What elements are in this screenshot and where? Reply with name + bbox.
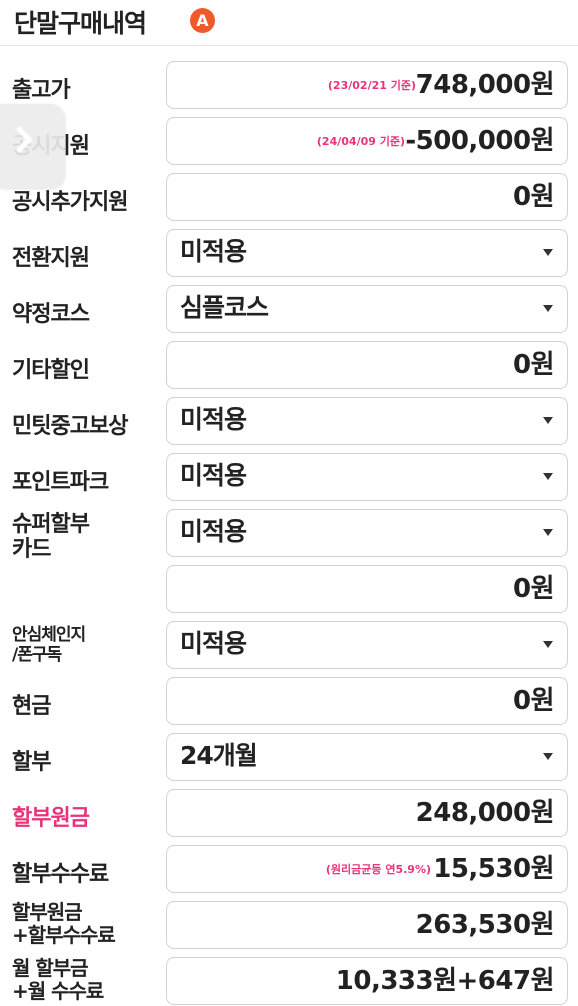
super-card-label-line1: 슈퍼할부: [12, 512, 90, 537]
release-price-field: (23/02/21 기준) 748,000원: [166, 61, 568, 109]
super-card-select[interactable]: 미적용: [166, 509, 568, 557]
other-discount-value: 0원: [512, 350, 555, 380]
monthly-label-line2: +월 수수료: [12, 979, 104, 1003]
fee-field: (원리금균등 연5.9%) 15,530원: [166, 845, 568, 893]
super-card-amount-field[interactable]: 0원: [166, 565, 568, 613]
dropdown-caret-icon: [543, 417, 553, 424]
release-price-value: 748,000원: [415, 70, 555, 100]
switch-support-select[interactable]: 미적용: [166, 229, 568, 277]
super-card-label-line2: 카드: [12, 537, 51, 562]
dropdown-caret-icon: [543, 305, 553, 312]
monthly-label-line1: 월 할부금: [12, 956, 89, 980]
safe-subscription-label: 안심체인지 /폰구독: [12, 625, 86, 665]
point-park-select[interactable]: 미적용: [166, 453, 568, 501]
fee-note: (원리금균등 연5.9%): [325, 863, 431, 876]
chevron-right-icon: [6, 126, 33, 153]
dropdown-caret-icon: [543, 529, 553, 536]
dropdown-caret-icon: [543, 473, 553, 480]
mint-tradein-selected: 미적용: [180, 405, 247, 434]
safe-subscription-select[interactable]: 미적용: [166, 621, 568, 669]
monthly-value: 10,333원+647원: [335, 966, 555, 996]
principal-plus-fee-field: 263,530원: [166, 901, 568, 949]
installment-selected: 24개월: [180, 741, 258, 770]
safe-subscription-label-line1: 안심체인지: [12, 625, 86, 645]
principal-plus-fee-label-line1: 할부원금: [12, 900, 83, 924]
cash-label: 현금: [12, 694, 51, 719]
point-park-label: 포인트파크: [12, 470, 109, 495]
public-support-field: (24/04/09 기준) -500,000원: [166, 117, 568, 165]
safe-subscription-selected: 미적용: [180, 629, 247, 658]
extra-support-value: 0원: [512, 182, 555, 212]
public-support-value: -500,000원: [405, 126, 554, 156]
mint-tradein-label: 민팃중고보상: [12, 414, 128, 439]
super-card-amount: 0원: [512, 574, 555, 604]
super-card-label: 슈퍼할부 카드: [12, 512, 90, 562]
extra-support-field: 0원: [166, 173, 568, 221]
principal-field: 248,000원: [166, 789, 568, 837]
principal-plus-fee-label: 할부원금 +할부수수료: [12, 900, 116, 947]
principal-plus-fee-label-line2: +할부수수료: [12, 923, 116, 947]
page-title: 단말구매내역: [14, 9, 147, 38]
switch-support-selected: 미적용: [180, 237, 247, 266]
header: 단말구매내역 A: [0, 0, 578, 46]
installment-label: 할부: [12, 750, 51, 775]
dropdown-caret-icon: [543, 753, 553, 760]
principal-value: 248,000원: [415, 798, 555, 828]
safe-subscription-label-line2: /폰구독: [12, 645, 62, 665]
contract-course-selected: 심플코스: [180, 293, 269, 322]
a-badge-icon: A: [190, 8, 215, 33]
release-price-note: (23/02/21 기준): [327, 79, 416, 92]
other-discount-field[interactable]: 0원: [166, 341, 568, 389]
cash-value: 0원: [512, 686, 555, 716]
dropdown-caret-icon: [543, 641, 553, 648]
fee-value: 15,530원: [433, 854, 554, 884]
fee-label: 할부수수료: [12, 862, 109, 887]
contract-course-label: 약정코스: [12, 302, 90, 327]
principal-label: 할부원금: [12, 806, 90, 831]
release-price-label: 출고가: [12, 78, 71, 103]
public-support-note: (24/04/09 기준): [316, 135, 405, 148]
switch-support-label: 전환지원: [12, 246, 90, 271]
monthly-label: 월 할부금 +월 수수료: [12, 956, 104, 1003]
extra-support-label: 공시추가지원: [12, 190, 128, 215]
super-card-selected: 미적용: [180, 517, 247, 546]
monthly-field: 10,333원+647원: [166, 957, 568, 1005]
contract-course-select[interactable]: 심플코스: [166, 285, 568, 333]
installment-select[interactable]: 24개월: [166, 733, 568, 781]
mint-tradein-select[interactable]: 미적용: [166, 397, 568, 445]
point-park-selected: 미적용: [180, 461, 247, 490]
cash-field[interactable]: 0원: [166, 677, 568, 725]
dropdown-caret-icon: [543, 249, 553, 256]
side-panel-tab[interactable]: [0, 104, 64, 188]
principal-plus-fee-value: 263,530원: [415, 910, 555, 940]
other-discount-label: 기타할인: [12, 358, 90, 383]
